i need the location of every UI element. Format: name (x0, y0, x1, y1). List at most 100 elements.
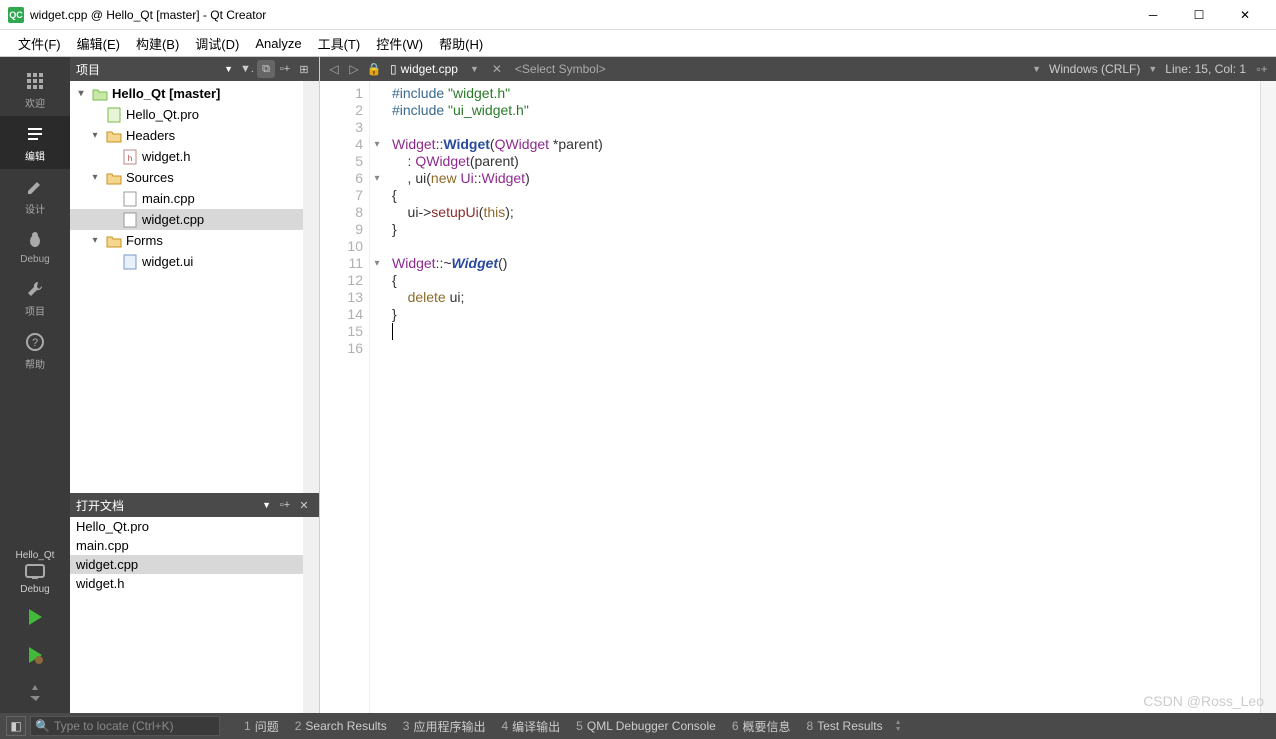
code-line[interactable]: #include "widget.h" (392, 85, 1260, 102)
fold-gutter[interactable]: ▾ ▾ ▾ (370, 81, 384, 713)
code-line[interactable]: Widget::Widget(QWidget *parent) (392, 136, 1260, 153)
run-button[interactable] (0, 599, 70, 637)
menu-item[interactable]: 编辑(E) (69, 30, 128, 57)
open-document-item[interactable]: widget.cpp (70, 555, 303, 574)
output-tab[interactable]: 8Test Results (807, 718, 883, 735)
mode-grid[interactable]: 欢迎 (0, 63, 70, 116)
fold-marker-icon[interactable] (370, 340, 384, 357)
menu-item[interactable]: 调试(D) (187, 30, 247, 57)
tree-scrollbar[interactable] (303, 81, 319, 493)
expand-toggle-icon[interactable]: ▾ (88, 235, 102, 246)
fold-marker-icon[interactable] (370, 85, 384, 102)
maximize-button[interactable]: ☐ (1176, 0, 1222, 30)
tree-item[interactable]: ▾Hello_Qt [master] (70, 83, 303, 104)
locator-input[interactable]: 🔍 Type to locate (Ctrl+K) (30, 716, 220, 736)
menu-item[interactable]: 控件(W) (368, 30, 431, 57)
output-cycle-arrows[interactable]: ▲▼ (895, 719, 902, 733)
code-line[interactable]: #include "ui_widget.h" (392, 102, 1260, 119)
code-line[interactable] (392, 340, 1260, 357)
encoding-selector[interactable]: Windows (CRLF) (1049, 62, 1140, 76)
fold-marker-icon[interactable] (370, 187, 384, 204)
fold-marker-icon[interactable]: ▾ (370, 170, 384, 187)
fold-marker-icon[interactable] (370, 153, 384, 170)
menu-item[interactable]: Analyze (247, 32, 309, 55)
open-document-item[interactable]: widget.h (70, 574, 303, 593)
project-tree[interactable]: ▾Hello_Qt [master]Hello_Qt.pro▾Headershw… (70, 81, 303, 493)
fold-marker-icon[interactable] (370, 119, 384, 136)
add-split-icon[interactable]: ▫+ (276, 496, 294, 514)
output-tab[interactable]: 6概要信息 (732, 718, 791, 735)
code-line[interactable]: ui->setupUi(this); (392, 204, 1260, 221)
tree-item[interactable]: main.cpp (70, 188, 303, 209)
code-line[interactable]: : QWidget(parent) (392, 153, 1260, 170)
open-document-item[interactable]: main.cpp (70, 536, 303, 555)
code-line[interactable]: , ui(new Ui::Widget) (392, 170, 1260, 187)
mode-edit[interactable]: 编辑 (0, 116, 70, 169)
mode-bug[interactable]: Debug (0, 222, 70, 271)
tree-item[interactable]: Hello_Qt.pro (70, 104, 303, 125)
chevron-down-icon[interactable]: ▼ (262, 500, 271, 510)
fold-marker-icon[interactable]: ▾ (370, 255, 384, 272)
code-line[interactable]: { (392, 272, 1260, 289)
close-pane-icon[interactable]: ✕ (295, 496, 313, 514)
tree-item[interactable]: ▾Forms (70, 230, 303, 251)
output-tab[interactable]: 2Search Results (295, 718, 387, 735)
fold-marker-icon[interactable] (370, 323, 384, 340)
code-line[interactable] (392, 323, 1260, 340)
fold-marker-icon[interactable] (370, 289, 384, 306)
menu-item[interactable]: 帮助(H) (431, 30, 491, 57)
expand-toggle-icon[interactable]: ▾ (88, 172, 102, 183)
tree-item[interactable]: ▾Sources (70, 167, 303, 188)
code-editor[interactable]: 12345678910111213141516 ▾▾▾ #include "wi… (320, 81, 1276, 713)
fold-marker-icon[interactable] (370, 221, 384, 238)
fold-marker-icon[interactable] (370, 204, 384, 221)
fold-marker-icon[interactable] (370, 238, 384, 255)
fold-marker-icon[interactable] (370, 272, 384, 289)
code-content[interactable]: #include "widget.h"#include "ui_widget.h… (384, 81, 1260, 713)
sidebar-toggle-button[interactable]: ◧ (6, 716, 26, 736)
chevron-down-icon[interactable]: ▼ (224, 64, 233, 74)
add-icon[interactable]: ▫+ (276, 60, 294, 78)
close-button[interactable]: ✕ (1222, 0, 1268, 30)
mode-wrench[interactable]: 项目 (0, 271, 70, 324)
readonly-lock-icon[interactable]: 🔒 (364, 59, 384, 79)
opendocs-scrollbar[interactable] (303, 517, 319, 713)
kit-selector[interactable]: Hello_QtDebug (16, 546, 55, 599)
split-icon[interactable]: ⊞ (295, 60, 313, 78)
tree-item[interactable]: widget.cpp (70, 209, 303, 230)
output-tab[interactable]: 4编译输出 (501, 718, 560, 735)
mode-pencil[interactable]: 设计 (0, 169, 70, 222)
link-icon[interactable]: ⧉ (257, 60, 275, 78)
output-tab[interactable]: 3应用程序输出 (403, 718, 486, 735)
tree-item[interactable]: ▾Headers (70, 125, 303, 146)
code-line[interactable]: } (392, 221, 1260, 238)
close-file-button[interactable]: ✕ (487, 59, 507, 79)
expand-toggle-icon[interactable]: ▾ (74, 88, 88, 99)
fold-marker-icon[interactable] (370, 102, 384, 119)
filter-icon[interactable]: ▼. (238, 60, 256, 78)
tree-item[interactable]: widget.ui (70, 251, 303, 272)
code-line[interactable]: } (392, 306, 1260, 323)
output-tab[interactable]: 1问题 (244, 718, 279, 735)
fold-marker-icon[interactable] (370, 306, 384, 323)
code-line[interactable] (392, 119, 1260, 136)
code-line[interactable]: { (392, 187, 1260, 204)
expand-toggle-icon[interactable]: ▾ (88, 130, 102, 141)
tree-item[interactable]: hwidget.h (70, 146, 303, 167)
nav-back-button[interactable]: ◁ (324, 59, 344, 79)
symbol-selector[interactable]: <Select Symbol> (515, 62, 1030, 76)
fold-marker-icon[interactable]: ▾ (370, 136, 384, 153)
code-line[interactable] (392, 238, 1260, 255)
cursor-position[interactable]: Line: 15, Col: 1 (1165, 62, 1246, 76)
editor-scrollbar[interactable] (1260, 81, 1276, 713)
menu-item[interactable]: 工具(T) (310, 30, 369, 57)
open-document-item[interactable]: Hello_Qt.pro (70, 517, 303, 536)
menu-item[interactable]: 文件(F) (10, 30, 69, 57)
minimize-button[interactable]: ─ (1130, 0, 1176, 30)
mode-help[interactable]: ?帮助 (0, 324, 70, 377)
menu-item[interactable]: 构建(B) (128, 30, 187, 57)
output-tab[interactable]: 5QML Debugger Console (576, 718, 716, 735)
code-line[interactable]: delete ui; (392, 289, 1260, 306)
debugrun-button[interactable] (0, 637, 70, 675)
file-selector[interactable]: ▯ widget.cpp ▼ (390, 62, 481, 76)
